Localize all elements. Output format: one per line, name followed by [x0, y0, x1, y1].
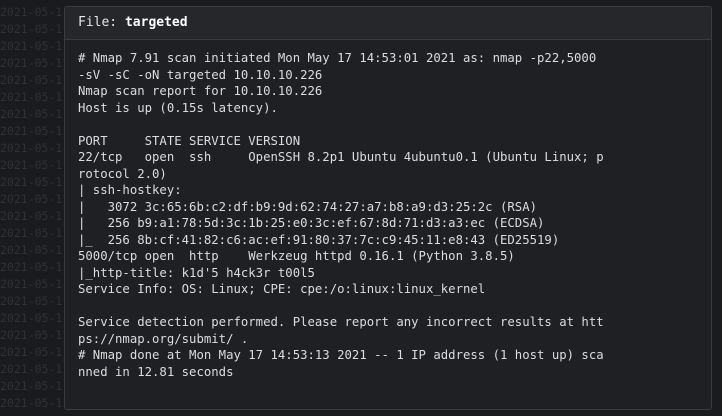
nmap-output-line: -sV -sC -oN targeted 10.10.10.226: [78, 67, 323, 82]
nmap-output-line: Service Info: OS: Linux; CPE: cpe:/o:lin…: [78, 282, 486, 296]
nmap-output-line: [78, 298, 698, 315]
nmap-output-line: # Nmap 7.91 scan initiated Mon May 17 14…: [78, 51, 597, 65]
nmap-output-line: Host is up (0.15s latency).: [78, 100, 278, 115]
file-name: targeted: [124, 15, 188, 30]
file-header: File: targeted: [65, 7, 711, 40]
nmap-output-line: Service detection performed. Please repo…: [78, 315, 604, 329]
nmap-output-line: 22/tcp open ssh OpenSSH 8.2p1 Ubuntu 4ub…: [78, 150, 604, 164]
nmap-output-line: |_ 256 8b:cf:41:82:c6:ac:ef:91:80:37:7c:…: [78, 232, 560, 247]
file-content[interactable]: # Nmap 7.91 scan initiated Mon May 17 14…: [65, 40, 711, 380]
nmap-output-line: 5000/tcp open http Werkzeug httpd 0.16.1…: [78, 249, 515, 263]
nmap-output-line: # Nmap done at Mon May 17 14:53:13 2021 …: [78, 348, 604, 362]
file-label: File:: [78, 15, 125, 30]
nmap-output-line: PORT STATE SERVICE VERSION: [78, 133, 301, 148]
nmap-output-line: |_http-title: k1d'5 h4ck3r t00l5: [78, 265, 315, 280]
nmap-output-line: rotocol 2.0): [78, 166, 167, 181]
file-viewer-panel: File: targeted # Nmap 7.91 scan initiate…: [64, 6, 712, 410]
nmap-output-line: Nmap scan report for 10.10.10.226: [78, 84, 323, 98]
nmap-output-line: [78, 116, 698, 133]
nmap-output-line: | 3072 3c:65:6b:c2:df:b9:9d:62:74:27:a7:…: [78, 199, 538, 214]
nmap-output-line: ps://nmap.org/submit/ .: [78, 331, 249, 346]
nmap-output-line: | 256 b9:a1:78:5d:3c:1b:25:e0:3c:ef:67:8…: [78, 216, 545, 230]
nmap-output-line: nned in 12.81 seconds: [78, 364, 234, 379]
nmap-output-line: | ssh-hostkey:: [78, 183, 182, 197]
